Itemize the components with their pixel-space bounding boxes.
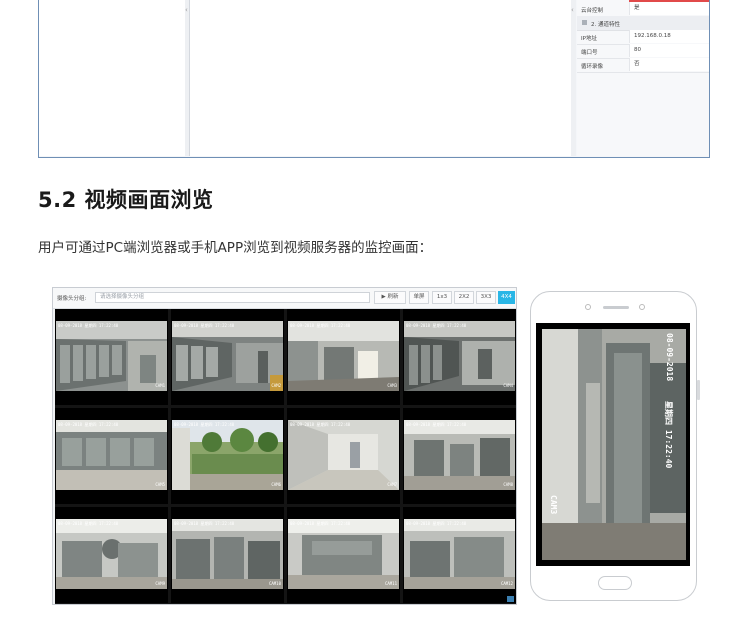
timestamp-overlay: 08-09-2018 星期四 17:22:40	[290, 521, 351, 526]
speaker-grille	[603, 306, 629, 309]
timestamp-overlay: 08-09-2018 星期四 17:22:40	[58, 521, 119, 526]
video-cell[interactable]: 08-09-2018 星期四 17:22:40 CAM6	[171, 408, 284, 504]
property-key: 云台控制	[581, 8, 604, 14]
property-row[interactable]: IP地址 192.168.0.18	[577, 30, 709, 45]
video-cell[interactable]: 08-09-2018 星期四 17:22:40 CAM3	[287, 309, 400, 405]
timestamp-overlay: 08-09-2018 星期四 17:22:40	[406, 422, 467, 427]
phone-mockup: 08-09-2018 星期四 17:22:40 CAM3	[530, 291, 700, 601]
video-cell[interactable]: 08-09-2018 星期四 17:22:40 CAM1	[55, 309, 168, 405]
collapse-square-icon[interactable]	[582, 20, 587, 25]
camera-label: CAM7	[387, 482, 397, 487]
camera-group-label: 摄像头分组:	[57, 296, 87, 302]
camera-label: CAM6	[271, 482, 281, 487]
property-key: IP地址	[581, 36, 597, 42]
property-value[interactable]: 80	[629, 44, 709, 57]
camera-label: CAM3	[387, 383, 397, 388]
camera-label: CAM10	[268, 581, 281, 586]
video-cell[interactable]: 08-09-2018 星期四 17:22:40 CAM11	[287, 507, 400, 603]
front-camera-icon	[585, 304, 591, 310]
phone-osd-camera: CAM3	[549, 495, 558, 515]
camera-label: CAM9	[155, 581, 165, 586]
camera-label: CAM1	[155, 383, 165, 388]
content-pane	[190, 0, 572, 156]
pc-viewer-screenshot: 摄像头分组: 请选择摄像头分组 ▶ 刷新 单屏 1x3 2X2 3X3 4X4 …	[52, 287, 517, 605]
collapse-arrow-icon[interactable]: ‹	[185, 6, 188, 14]
timestamp-overlay: 08-09-2018 星期四 17:22:40	[58, 422, 119, 427]
video-cell[interactable]: 08-09-2018 星期四 17:22:40 CAM4	[403, 309, 516, 405]
group-label: 2. 通道特性	[591, 22, 620, 28]
fullscreen-icon[interactable]	[507, 596, 514, 602]
property-row[interactable]: 循环录像 否	[577, 58, 709, 73]
property-value[interactable]: 是	[629, 2, 709, 15]
camera-label: CAM5	[155, 482, 165, 487]
camera-label: CAM4	[503, 383, 513, 388]
camera-label: CAM12	[500, 581, 513, 586]
layout-2x2-button[interactable]: 2X2	[454, 291, 474, 304]
home-button[interactable]	[598, 576, 632, 590]
video-cell[interactable]: 08-09-2018 星期四 17:22:40 CAM2	[171, 309, 284, 405]
layout-1x3-button[interactable]: 1x3	[432, 291, 452, 304]
timestamp-overlay: 08-09-2018 星期四 17:22:40	[406, 323, 467, 328]
camera-label: CAM8	[503, 482, 513, 487]
timestamp-overlay: 08-09-2018 星期四 17:22:40	[174, 422, 235, 427]
timestamp-overlay: 08-09-2018 星期四 17:22:40	[290, 323, 351, 328]
video-cell[interactable]: 08-09-2018 星期四 17:22:40 CAM5	[55, 408, 168, 504]
single-screen-button[interactable]: 单屏	[409, 291, 429, 304]
property-key: 循环录像	[581, 64, 604, 70]
timestamp-overlay: 08-09-2018 星期四 17:22:40	[290, 422, 351, 427]
property-group-header[interactable]: 2. 通道特性	[577, 16, 709, 31]
property-value[interactable]: 192.168.0.18	[629, 30, 709, 43]
device-tree-pane	[39, 0, 186, 156]
video-cell[interactable]: 08-09-2018 星期四 17:22:40 CAM9	[55, 507, 168, 603]
section-paragraph: 用户可通过PC端浏览器或手机APP浏览到视频服务器的监控画面：	[38, 240, 433, 256]
collapse-arrow-icon[interactable]: ‹	[571, 6, 574, 14]
timestamp-overlay: 08-09-2018 星期四 17:22:40	[58, 323, 119, 328]
sensor-icon	[639, 304, 645, 310]
video-cell[interactable]: 08-09-2018 星期四 17:22:40 CAM7	[287, 408, 400, 504]
phone-video-screen[interactable]: 08-09-2018 星期四 17:22:40 CAM3	[536, 323, 690, 566]
property-key: 端口号	[581, 50, 598, 56]
video-grid: 08-09-2018 星期四 17:22:40 CAM1 08-09-2018 …	[55, 309, 516, 604]
timestamp-overlay: 08-09-2018 星期四 17:22:40	[174, 521, 235, 526]
layout-4x4-button[interactable]: 4X4	[498, 291, 515, 304]
splitter-right[interactable]: ‹	[571, 0, 576, 156]
refresh-button[interactable]: ▶ 刷新	[374, 291, 406, 304]
camera-label: CAM2	[271, 383, 281, 388]
property-row[interactable]: 云台控制 是	[577, 2, 709, 17]
viewer-toolbar: 摄像头分组: 请选择摄像头分组 ▶ 刷新 单屏 1x3 2X2 3X3 4X4	[53, 288, 516, 309]
side-button	[697, 380, 700, 400]
layout-3x3-button[interactable]: 3X3	[476, 291, 496, 304]
property-row[interactable]: 端口号 80	[577, 44, 709, 59]
phone-osd-time: 星期四 17:22:40	[664, 401, 673, 469]
video-cell[interactable]: 08-09-2018 星期四 17:22:40 CAM10	[171, 507, 284, 603]
video-cell[interactable]: 08-09-2018 星期四 17:22:40 CAM8	[403, 408, 516, 504]
property-value[interactable]: 否	[629, 58, 709, 71]
phone-osd-date: 08-09-2018	[665, 333, 674, 382]
timestamp-overlay: 08-09-2018 星期四 17:22:40	[174, 323, 235, 328]
config-window-screenshot: ‹ ‹ 云台控制 是 2. 通道特性 IP地址 192.168.0.18 端口号…	[38, 0, 710, 158]
timestamp-overlay: 08-09-2018 星期四 17:22:40	[406, 521, 467, 526]
property-grid: 云台控制 是 2. 通道特性 IP地址 192.168.0.18 端口号 80 …	[577, 0, 709, 156]
camera-group-select[interactable]: 请选择摄像头分组	[95, 292, 370, 303]
section-heading: 5.2 视频画面浏览	[38, 188, 214, 212]
video-cell[interactable]: 08-09-2018 星期四 17:22:40 CAM12	[403, 507, 516, 603]
camera-label: CAM11	[384, 581, 397, 586]
